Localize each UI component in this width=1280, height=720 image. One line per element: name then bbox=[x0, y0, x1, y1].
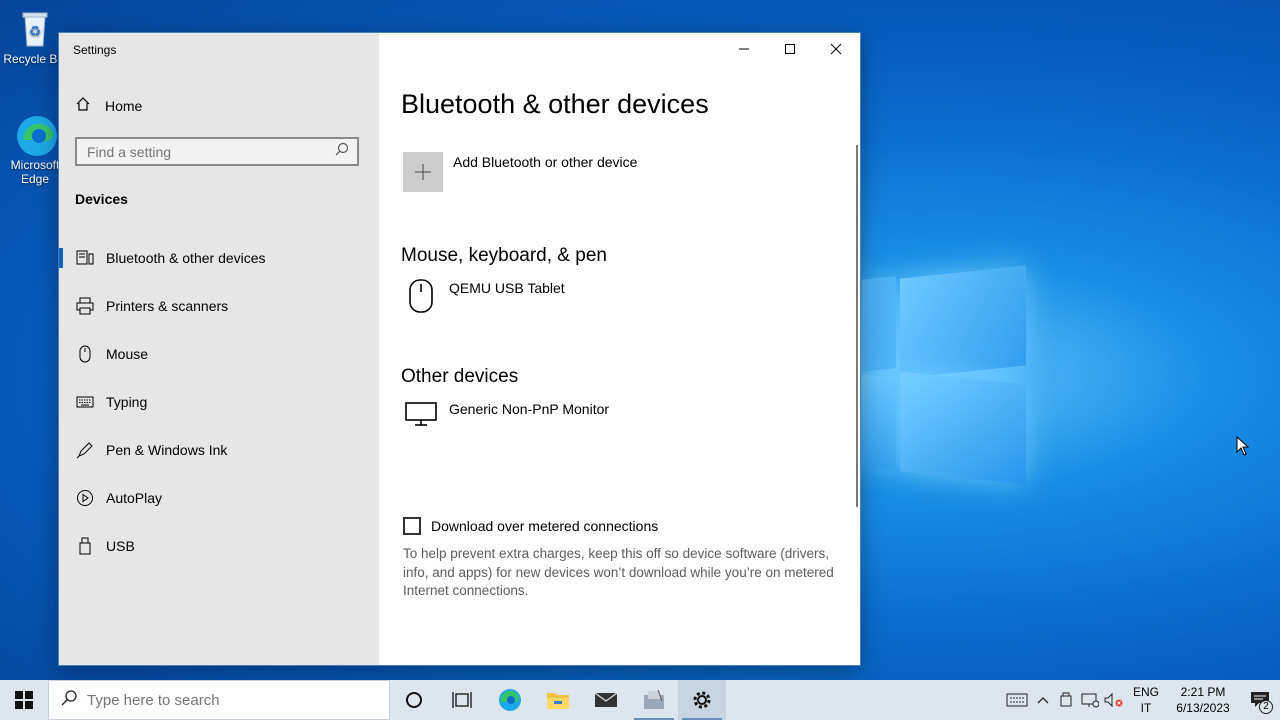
plus-icon bbox=[415, 164, 431, 180]
sidebar-item-pen[interactable]: Pen & Windows Ink bbox=[59, 428, 379, 472]
sidebar-item-typing[interactable]: Typing bbox=[59, 380, 379, 424]
sidebar-item-label: AutoPlay bbox=[106, 490, 163, 506]
system-tray: ENG IT 2:21 PM 6/13/2023 2 bbox=[1002, 680, 1280, 720]
mouse-cursor bbox=[1236, 435, 1250, 461]
folder-icon bbox=[547, 693, 569, 709]
find-setting-input[interactable] bbox=[85, 142, 335, 161]
scrollbar[interactable] bbox=[856, 145, 858, 507]
keyboard-code: IT bbox=[1140, 701, 1152, 715]
network-icon[interactable] bbox=[1078, 680, 1102, 720]
wallpaper-windows-logo bbox=[862, 256, 1028, 494]
main-content: Bluetooth & other devices Add Bluetooth … bbox=[379, 33, 860, 665]
metered-download-row[interactable]: Download over metered connections bbox=[403, 517, 658, 535]
home-icon bbox=[75, 96, 91, 115]
section-heading: Devices bbox=[75, 191, 128, 207]
device-item[interactable]: Generic Non-PnP Monitor bbox=[403, 399, 609, 435]
clock[interactable]: 2:21 PM 6/13/2023 bbox=[1166, 684, 1240, 716]
keyboard-icon bbox=[75, 392, 95, 412]
mouse-icon bbox=[75, 344, 95, 364]
find-setting-box[interactable] bbox=[75, 137, 359, 166]
usb-icon bbox=[75, 536, 95, 556]
clock-date: 6/13/2023 bbox=[1176, 701, 1230, 715]
taskbar: ENG IT 2:21 PM 6/13/2023 2 bbox=[0, 680, 1280, 720]
home-link[interactable]: Home bbox=[75, 96, 142, 115]
app-icon bbox=[644, 689, 664, 709]
task-view-icon bbox=[452, 692, 472, 708]
taskbar-search-box[interactable] bbox=[48, 680, 390, 720]
sidebar-item-label: Printers & scanners bbox=[106, 298, 229, 314]
sidebar-item-bluetooth[interactable]: Bluetooth & other devices bbox=[59, 236, 379, 280]
sidebar-item-label: Bluetooth & other devices bbox=[106, 250, 266, 266]
taskbar-settings[interactable] bbox=[678, 680, 726, 720]
volume-muted-icon[interactable] bbox=[1102, 680, 1126, 720]
recycle-bin-icon: ♻ bbox=[15, 8, 55, 48]
sidebar-item-label: Pen & Windows Ink bbox=[106, 442, 228, 458]
task-view-button[interactable] bbox=[438, 680, 486, 720]
keyboard-layout-icon[interactable] bbox=[1002, 680, 1032, 720]
window-title: Settings bbox=[73, 43, 117, 57]
cortana-icon bbox=[406, 692, 422, 708]
sidebar-item-label: Typing bbox=[106, 394, 148, 410]
sidebar-item-mouse[interactable]: Mouse bbox=[59, 332, 379, 376]
sidebar-item-label: Mouse bbox=[106, 346, 149, 362]
printer-icon bbox=[75, 296, 95, 316]
metered-download-hint: To help prevent extra charges, keep this… bbox=[403, 546, 834, 598]
edge-icon bbox=[15, 114, 57, 156]
input-language[interactable]: ENG IT bbox=[1126, 684, 1166, 716]
svg-text:♻: ♻ bbox=[29, 23, 42, 39]
chevron-up-icon[interactable] bbox=[1032, 680, 1054, 720]
taskbar-mail[interactable] bbox=[582, 680, 630, 720]
sidebar: Settings Home Devices Bluetooth & other … bbox=[59, 33, 379, 665]
sidebar-item-usb[interactable]: USB bbox=[59, 524, 379, 568]
metered-download-label: Download over metered connections bbox=[431, 518, 659, 534]
metered-download-checkbox[interactable] bbox=[403, 517, 421, 535]
page-title: Bluetooth & other devices bbox=[401, 89, 709, 119]
sidebar-item-printers[interactable]: Printers & scanners bbox=[59, 284, 379, 328]
taskbar-edge[interactable] bbox=[486, 680, 534, 720]
group-title-other-devices: Other devices bbox=[401, 366, 519, 387]
cortana-button[interactable] bbox=[390, 680, 438, 720]
start-button[interactable] bbox=[0, 680, 48, 720]
monitor-icon bbox=[403, 399, 439, 435]
group-title-mouse-keyboard-pen: Mouse, keyboard, & pen bbox=[401, 245, 607, 266]
sidebar-item-label: USB bbox=[106, 538, 135, 554]
sidebar-item-autoplay[interactable]: AutoPlay bbox=[59, 476, 379, 520]
autoplay-icon bbox=[75, 488, 95, 508]
clock-time: 2:21 PM bbox=[1180, 685, 1226, 699]
add-device-label[interactable]: Add Bluetooth or other device bbox=[453, 154, 637, 170]
gear-icon bbox=[693, 691, 711, 709]
taskbar-search-input[interactable] bbox=[85, 690, 369, 710]
notification-center-button[interactable]: 2 bbox=[1240, 680, 1280, 720]
mouse-icon bbox=[403, 278, 439, 314]
search-icon bbox=[61, 689, 77, 711]
taskbar-app[interactable] bbox=[630, 680, 678, 720]
language-code: ENG bbox=[1132, 685, 1159, 699]
settings-window: Settings Home Devices Bluetooth & other … bbox=[58, 32, 861, 666]
device-item[interactable]: QEMU USB Tablet bbox=[403, 278, 565, 314]
search-icon[interactable] bbox=[335, 142, 349, 161]
device-name: Generic Non-PnP Monitor bbox=[449, 401, 610, 417]
usb-tray-icon[interactable] bbox=[1054, 680, 1078, 720]
pen-icon bbox=[75, 440, 95, 460]
home-label: Home bbox=[105, 97, 143, 114]
add-device-button[interactable] bbox=[403, 152, 443, 192]
notification-count-badge: 2 bbox=[1259, 700, 1273, 714]
windows-start-icon bbox=[15, 691, 33, 709]
device-name: QEMU USB Tablet bbox=[449, 280, 565, 296]
taskbar-file-explorer[interactable] bbox=[534, 680, 582, 720]
edge-icon bbox=[499, 689, 521, 711]
mail-icon bbox=[594, 692, 618, 707]
bluetooth-icon bbox=[75, 248, 95, 268]
